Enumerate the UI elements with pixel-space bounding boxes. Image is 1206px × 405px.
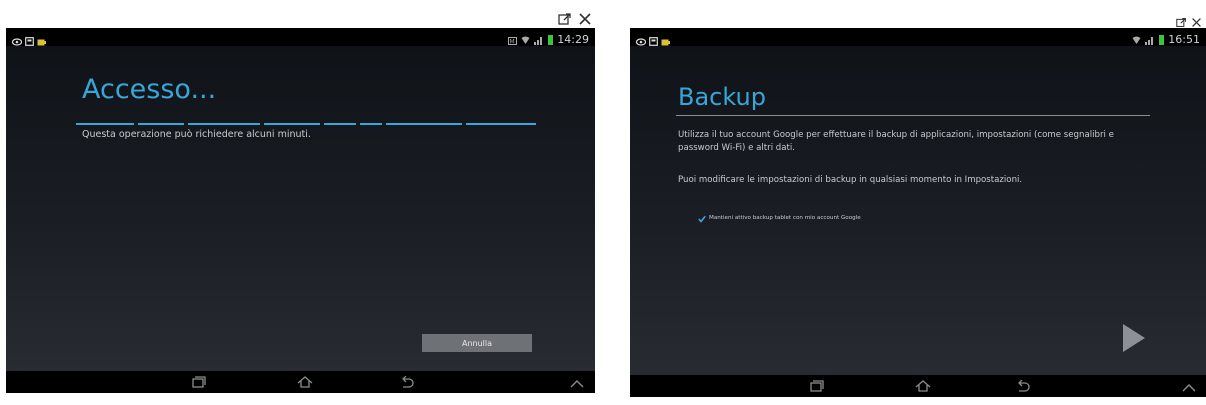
right-screenshot: 16:51 Backup Utilizza il tuo account Goo… <box>600 0 1206 405</box>
home-icon <box>297 373 313 392</box>
status-bar: 16:51 <box>630 28 1206 46</box>
page-title: Backup <box>678 83 766 111</box>
play-arrow-icon <box>1122 324 1146 357</box>
svg-text:M: M <box>510 39 515 46</box>
home-button[interactable] <box>296 374 314 390</box>
screen-icon <box>649 31 658 50</box>
status-left-icons <box>635 31 670 50</box>
popout-icon[interactable] <box>1176 17 1187 28</box>
checkbox-label: Mantieni attivo backup tablet con mio ac… <box>709 214 861 221</box>
eye-icon <box>11 31 23 50</box>
page-title: Accesso... <box>82 74 217 105</box>
left-screenshot: M 14:29 Accesso... Questa operazione può… <box>0 0 600 405</box>
cancel-button-label: Annulla <box>461 338 493 348</box>
popout-icon[interactable] <box>558 12 572 26</box>
chevron-up-icon <box>570 373 584 392</box>
recent-apps-button[interactable] <box>808 378 826 394</box>
navigation-bar <box>630 375 1206 397</box>
next-button[interactable] <box>1122 323 1146 353</box>
back-icon <box>1016 377 1030 396</box>
back-button[interactable] <box>1014 378 1032 394</box>
status-clock: 16:51 <box>1168 33 1200 46</box>
back-icon <box>400 373 414 392</box>
home-icon <box>915 377 931 396</box>
description-paragraph-1: Utilizza il tuo account Google per effet… <box>678 130 1114 153</box>
chevron-up-icon <box>1182 377 1196 396</box>
status-left-icons <box>11 31 46 50</box>
status-right-icons: 16:51 <box>1132 30 1200 49</box>
status-right-icons: M 14:29 <box>508 30 589 49</box>
right-window-controls <box>1176 17 1202 28</box>
left-tablet-screen: M 14:29 Accesso... Questa operazione può… <box>6 28 595 393</box>
expand-button[interactable] <box>568 374 586 390</box>
notification-icon: M <box>508 30 518 49</box>
battery-icon <box>1159 30 1165 49</box>
page-subtitle: Questa operazione può richiedere alcuni … <box>82 129 311 140</box>
description-paragraph-2: Puoi modificare le impostazioni di backu… <box>678 175 1023 185</box>
close-icon[interactable] <box>1191 17 1202 28</box>
expand-button[interactable] <box>1180 378 1198 394</box>
recent-apps-icon <box>810 377 824 396</box>
battery-icon <box>548 30 554 49</box>
signal-icon <box>1145 30 1155 49</box>
backup-checkbox-row[interactable]: Mantieni attivo backup tablet con mio ac… <box>698 208 861 227</box>
back-button[interactable] <box>398 374 416 390</box>
wifi-icon <box>521 30 530 49</box>
left-window-controls <box>558 12 592 26</box>
checkbox-checked-icon[interactable] <box>698 208 706 227</box>
recent-apps-button[interactable] <box>190 374 208 390</box>
signal-icon <box>534 30 544 49</box>
recent-apps-icon <box>192 373 206 392</box>
wifi-icon <box>1132 30 1141 49</box>
home-button[interactable] <box>914 378 932 394</box>
status-clock: 14:29 <box>557 33 589 46</box>
status-bar: M 14:29 <box>6 28 595 46</box>
close-icon[interactable] <box>578 12 592 26</box>
right-tablet-screen: 16:51 Backup Utilizza il tuo account Goo… <box>630 28 1206 397</box>
screen-icon <box>25 31 34 50</box>
cancel-button[interactable]: Annulla <box>422 334 532 352</box>
navigation-bar <box>6 371 595 393</box>
title-divider <box>676 115 1150 116</box>
battery-charge-icon <box>661 31 670 50</box>
battery-charge-icon <box>37 31 46 50</box>
eye-icon <box>635 31 647 50</box>
progress-line <box>76 110 536 125</box>
